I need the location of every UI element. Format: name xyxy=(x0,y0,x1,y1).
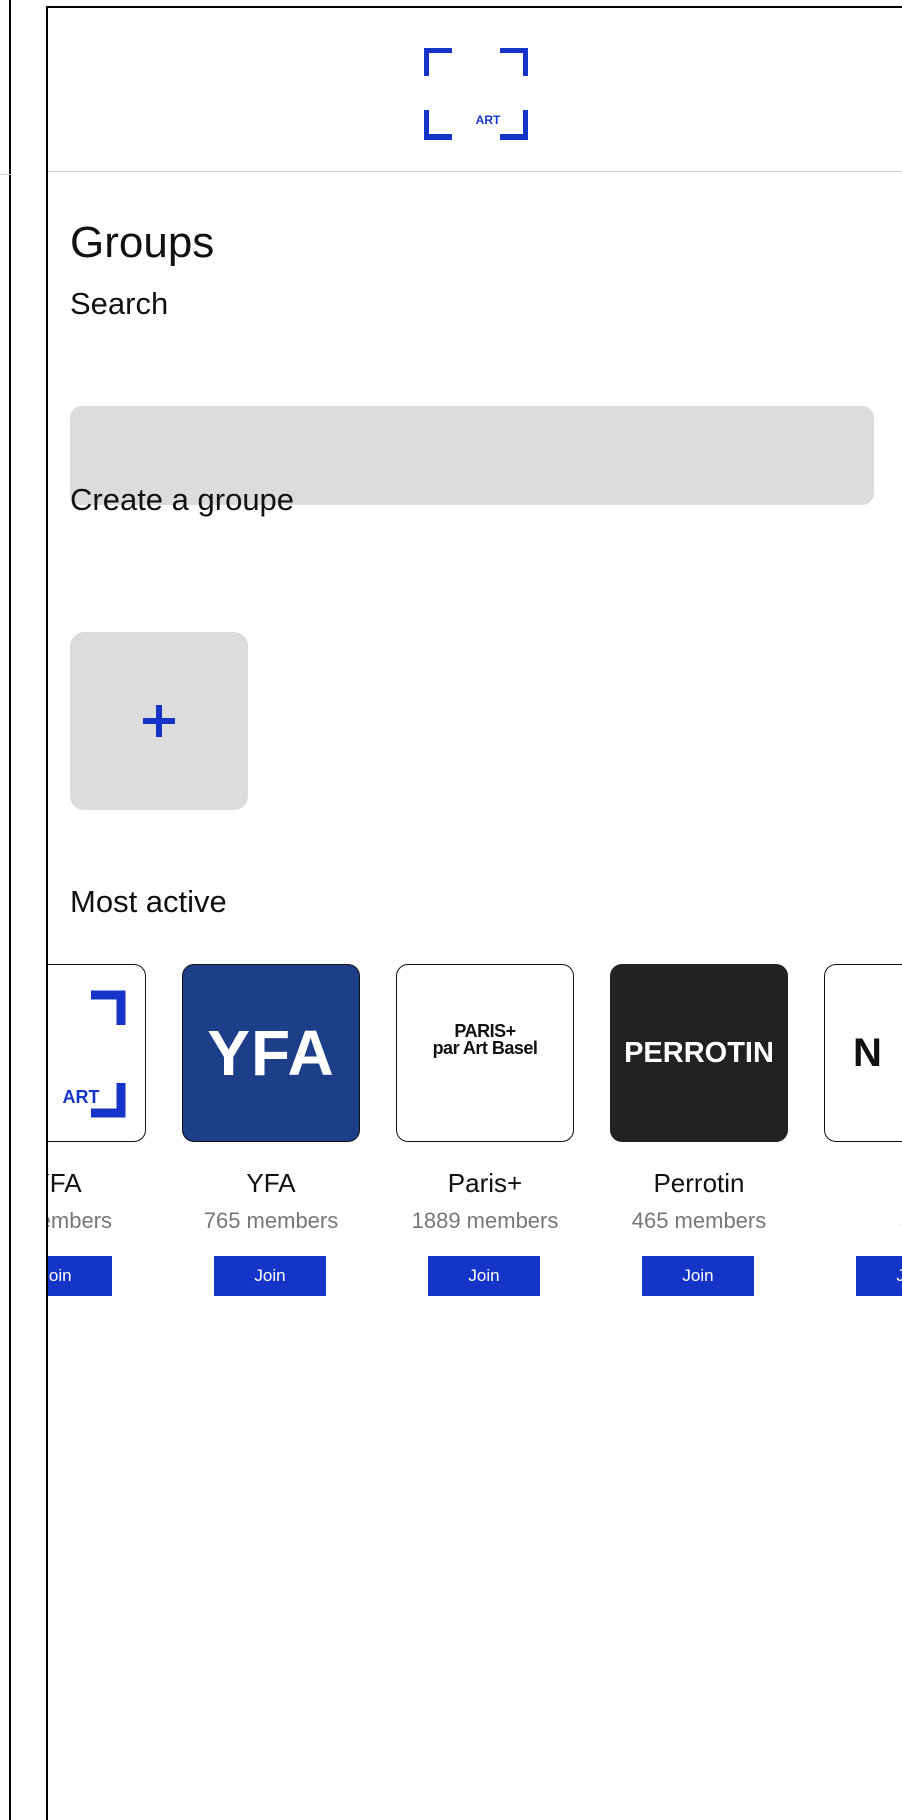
background-window-edge xyxy=(0,0,11,1820)
group-name: Perrotin xyxy=(653,1168,745,1198)
join-button[interactable]: Join xyxy=(214,1256,326,1296)
page-title: Groups xyxy=(70,218,215,267)
art-logo-icon: ART xyxy=(63,990,126,1118)
app-header: ART xyxy=(48,8,902,172)
divider xyxy=(0,174,11,175)
group-thumbnail[interactable]: N xyxy=(824,964,902,1142)
paris-logo-line-2: par Art Basel xyxy=(432,1038,538,1058)
group-member-count: 465 members xyxy=(631,1208,767,1233)
create-group-label: Create a groupe xyxy=(70,482,295,517)
join-button[interactable]: Join xyxy=(48,1256,112,1296)
join-button[interactable]: Join xyxy=(428,1256,540,1296)
most-active-label: Most active xyxy=(70,884,227,919)
group-member-count: 34 xyxy=(794,1208,902,1234)
app-screen: ART Groups Search Create a groupe Most a… xyxy=(46,6,902,1820)
art-logo-icon: ART xyxy=(424,48,528,140)
group-thumbnail[interactable]: ART xyxy=(48,964,146,1142)
group-name: YFA xyxy=(48,1168,82,1198)
svg-text:ART: ART xyxy=(63,1087,100,1107)
most-active-carousel[interactable]: ART YFA 7 members Join YFA YFA 765 membe… xyxy=(48,964,902,1296)
group-logo: N xyxy=(853,1030,882,1075)
group-thumbnail[interactable]: YFA xyxy=(182,964,360,1142)
yfa-logo: YFA xyxy=(207,1017,335,1089)
join-button[interactable]: Join xyxy=(856,1256,902,1296)
group-member-count: 765 members xyxy=(203,1208,339,1233)
perrotin-logo: PERROTIN xyxy=(624,1036,774,1069)
plus-icon xyxy=(143,705,175,737)
svg-text:ART: ART xyxy=(476,113,501,127)
group-name: Paris+ xyxy=(447,1168,523,1198)
group-member-count: 1889 members xyxy=(411,1208,559,1233)
group-name: YFA xyxy=(246,1168,296,1198)
search-label: Search xyxy=(70,286,169,321)
group-thumbnail[interactable]: PERROTIN xyxy=(610,964,788,1142)
create-group-button[interactable] xyxy=(70,632,248,810)
paris-logo: PARIS+ par Art Basel xyxy=(397,1022,573,1058)
join-button[interactable]: Join xyxy=(642,1256,754,1296)
group-thumbnail[interactable]: PARIS+ par Art Basel xyxy=(396,964,574,1142)
